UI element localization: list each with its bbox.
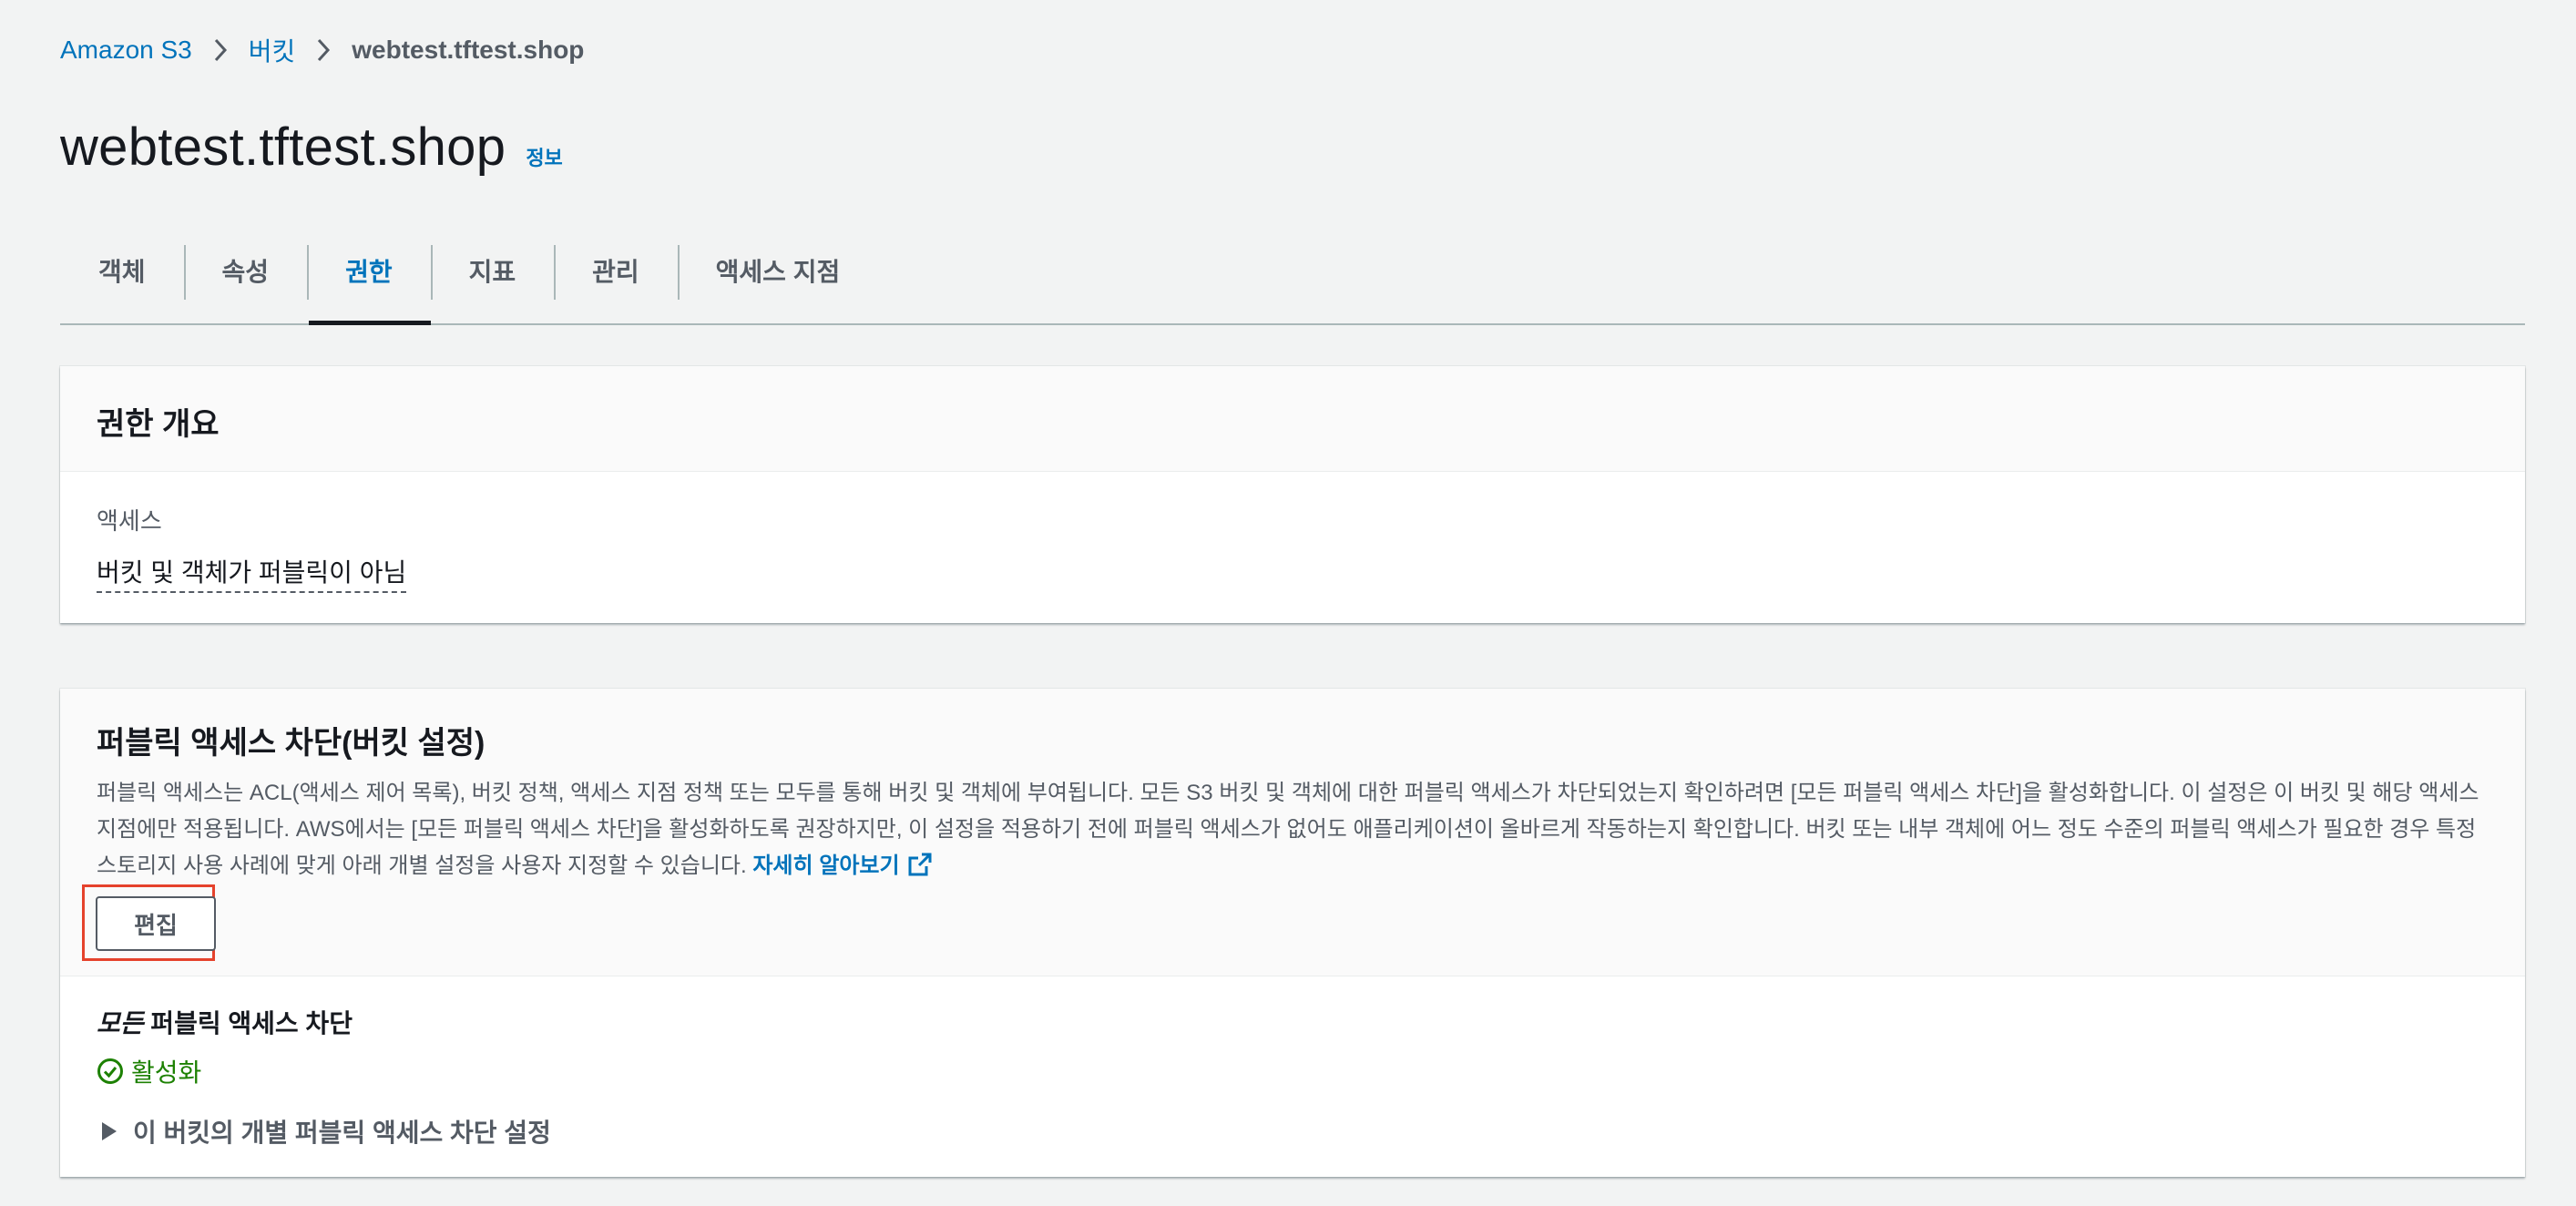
breadcrumb-current: webtest.tftest.shop	[352, 36, 585, 64]
tab-label: 속성	[221, 258, 270, 286]
tab-objects[interactable]: 객체	[60, 241, 184, 323]
description-text: 퍼블릭 액세스는 ACL(액세스 제어 목록), 버킷 정책, 액세스 지점 정…	[97, 781, 2479, 878]
tab-permissions[interactable]: 권한	[307, 241, 431, 325]
edit-button-highlight: 편집	[82, 884, 216, 961]
breadcrumb: Amazon S3 버킷 webtest.tftest.shop	[60, 33, 584, 67]
tab-label: 권한	[345, 258, 393, 286]
check-circle-icon	[97, 1058, 123, 1084]
info-link[interactable]: 정보	[526, 142, 562, 171]
status-text: 활성화	[131, 1058, 202, 1087]
panel-description: 퍼블릭 액세스는 ACL(액세스 제어 목록), 버킷 정책, 액세스 지점 정…	[97, 775, 2483, 884]
page-title: webtest.tftest.shop	[60, 118, 506, 177]
learn-more-link[interactable]: 자세히 알아보기	[752, 853, 932, 878]
tab-label: 지표	[468, 258, 516, 286]
block-all-public-access-label: 모든 퍼블릭 액세스 차단	[97, 1004, 2489, 1040]
external-link-icon	[908, 853, 932, 876]
chevron-right-icon	[192, 33, 249, 67]
tab-label: 객체	[98, 258, 146, 286]
status-indicator: 활성화	[97, 1053, 2489, 1089]
tab-label: 액세스 지점	[715, 258, 841, 286]
access-label: 액세스	[97, 507, 162, 535]
breadcrumb-amazon-s3[interactable]: Amazon S3	[60, 36, 192, 65]
tabs: 객체 속성 권한 지표 관리 액세스 지점	[60, 241, 2525, 325]
individual-settings-expander[interactable]: 이 버킷의 개별 퍼블릭 액세스 차단 설정	[97, 1113, 2489, 1150]
panel-header: 권한 개요	[60, 366, 2525, 472]
expander-label: 이 버킷의 개별 퍼블릭 액세스 차단 설정	[133, 1119, 551, 1147]
block-public-access-panel: 퍼블릭 액세스 차단(버킷 설정) 퍼블릭 액세스는 ACL(액세스 제어 목록…	[60, 689, 2525, 1177]
breadcrumb-buckets[interactable]: 버킷	[249, 32, 296, 68]
panel-title: 퍼블릭 액세스 차단(버킷 설정)	[97, 726, 486, 761]
access-value[interactable]: 버킷 및 객체가 퍼블릭이 아님	[97, 553, 407, 593]
permissions-overview-panel: 권한 개요 액세스 버킷 및 객체가 퍼블릭이 아님	[60, 366, 2525, 623]
page: Amazon S3 버킷 webtest.tftest.shop webtest…	[0, 0, 2576, 1206]
all-emphasis: 모든	[97, 1009, 144, 1037]
panel-title: 권한 개요	[97, 407, 220, 442]
all-label-rest: 퍼블릭 액세스 차단	[143, 1009, 353, 1037]
page-header: webtest.tftest.shop 정보	[60, 117, 563, 178]
tab-management[interactable]: 관리	[554, 241, 678, 323]
tab-label: 관리	[592, 258, 639, 286]
chevron-right-icon	[295, 33, 352, 67]
tab-access-points[interactable]: 액세스 지점	[677, 241, 879, 323]
caret-right-icon	[102, 1122, 117, 1140]
panel-body: 모든 퍼블릭 액세스 차단 활성화 이 버킷의 개별 퍼블릭 액세스 차단 설정	[60, 976, 2525, 1177]
panel-body: 액세스 버킷 및 객체가 퍼블릭이 아님	[60, 472, 2525, 620]
panel-header: 퍼블릭 액세스 차단(버킷 설정) 퍼블릭 액세스는 ACL(액세스 제어 목록…	[60, 689, 2525, 976]
edit-button[interactable]: 편집	[96, 896, 216, 951]
tab-properties[interactable]: 속성	[183, 241, 308, 323]
learn-more-label: 자세히 알아보기	[752, 853, 900, 878]
tab-metrics[interactable]: 지표	[430, 241, 555, 323]
